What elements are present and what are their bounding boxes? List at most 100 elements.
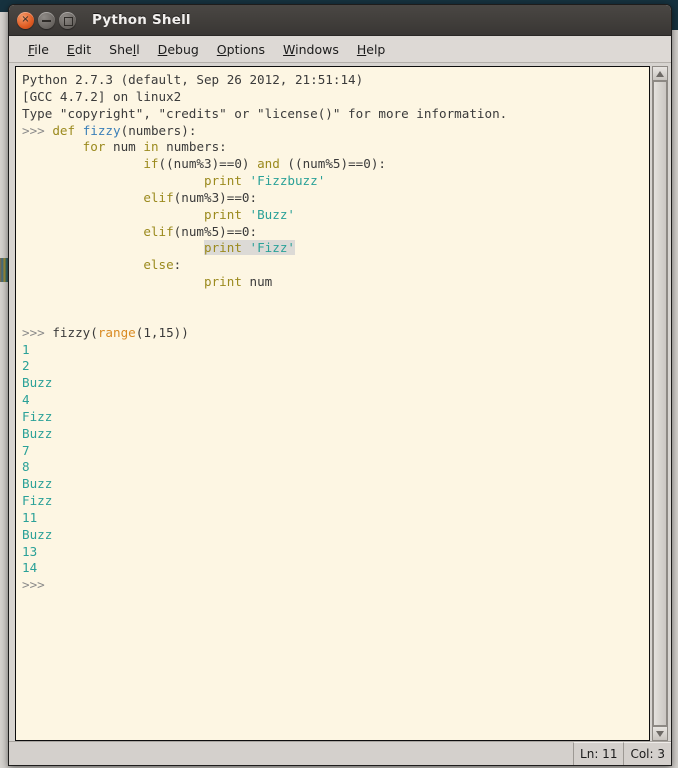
- shell-line: >>>: [22, 577, 649, 594]
- shell-line: Fizz: [22, 493, 649, 510]
- code-token-kw: elif: [143, 189, 174, 205]
- shell-line: print 'Fizzbuzz': [22, 173, 649, 190]
- code-token-prompt: >>>: [22, 577, 45, 593]
- shell-text-region: Python 2.7.3 (default, Sep 26 2012, 21:5…: [9, 63, 671, 741]
- statusbar-spacer: [9, 742, 573, 765]
- menu-item-edit[interactable]: Edit: [58, 40, 100, 59]
- shell-line: 14: [22, 560, 649, 577]
- code-token-kw: else: [143, 257, 174, 273]
- code-token-kw: and: [257, 156, 288, 172]
- maximize-icon: [64, 16, 73, 26]
- shell-line: Buzz: [22, 527, 649, 544]
- menu-item-options[interactable]: Options: [208, 40, 274, 59]
- close-button[interactable]: ×: [17, 11, 34, 29]
- shell-banner-line: Type "copyright", "credits" or "license(…: [22, 105, 508, 121]
- status-line-indicator: Ln: 11: [573, 742, 624, 765]
- menu-item-shell[interactable]: Shell: [100, 40, 149, 59]
- shell-line: else:: [22, 257, 649, 274]
- triangle-down-icon: [656, 730, 664, 737]
- window-titlebar: × Python Shell: [9, 5, 671, 36]
- code-token-kw: print: [203, 274, 250, 290]
- shell-line: 2: [22, 358, 649, 375]
- code-token-out: Buzz: [22, 526, 53, 542]
- shell-line: >>> def fizzy(numbers):: [22, 123, 649, 140]
- code-token-out: 1: [22, 341, 30, 357]
- code-token-out: 2: [22, 358, 30, 374]
- code-token-plain: num: [113, 139, 144, 155]
- code-token-out: Buzz: [22, 476, 53, 492]
- code-token-plain: (1,15)): [135, 324, 189, 340]
- code-token-plain: ((num%3)==0): [158, 156, 258, 172]
- code-token-out: 8: [22, 459, 30, 475]
- shell-line: for num in numbers:: [22, 139, 649, 156]
- triangle-up-icon: [656, 70, 664, 77]
- shell-line: [22, 308, 649, 325]
- code-token-str: 'Fizz': [249, 240, 295, 256]
- code-token-out: 11: [22, 509, 38, 525]
- menubar: File Edit Shell Debug Options Windows Help: [9, 36, 671, 63]
- code-token-kw: print: [203, 206, 250, 222]
- scrollbar-up-button[interactable]: [652, 66, 668, 81]
- code-token-kw: elif: [143, 223, 174, 239]
- code-token-out: Buzz: [22, 375, 53, 391]
- menu-item-windows[interactable]: Windows: [274, 40, 348, 59]
- menu-item-debug[interactable]: Debug: [149, 40, 208, 59]
- shell-line: 4: [22, 392, 649, 409]
- code-token-plain: (num%3)==0:: [173, 189, 258, 205]
- menu-item-file[interactable]: File: [19, 40, 58, 59]
- shell-line: elif(num%3)==0:: [22, 190, 649, 207]
- code-token-kw: for: [82, 139, 114, 155]
- shell-line: Buzz: [22, 476, 649, 493]
- shell-line: print 'Buzz': [22, 207, 649, 224]
- code-token-plain: numbers:: [166, 139, 227, 155]
- shell-line: print num: [22, 274, 649, 291]
- shell-line: 1: [22, 342, 649, 359]
- code-token-out: Fizz: [22, 408, 53, 424]
- shell-text-frame[interactable]: Python 2.7.3 (default, Sep 26 2012, 21:5…: [15, 66, 650, 741]
- code-token-str: 'Fizzbuzz': [249, 173, 326, 189]
- scrollbar-thumb[interactable]: [653, 81, 667, 726]
- vertical-scrollbar[interactable]: [651, 66, 668, 741]
- code-token-plain: ((num%5)==0):: [287, 156, 386, 172]
- shell-line: 7: [22, 443, 649, 460]
- minimize-button[interactable]: [38, 11, 55, 29]
- code-token-out: 14: [22, 560, 38, 576]
- python-shell-window: × Python Shell File Edit Shell Debug Options…: [8, 4, 672, 766]
- menu-item-help[interactable]: Help: [348, 40, 395, 59]
- statusbar: Ln: 11 Col: 3: [9, 741, 671, 765]
- code-token-out: Fizz: [22, 493, 53, 509]
- shell-line: print 'Fizz': [22, 240, 649, 257]
- shell-banner-line: [GCC 4.7.2] on linux2: [22, 88, 182, 104]
- shell-banner-line: Python 2.7.3 (default, Sep 26 2012, 21:5…: [22, 72, 364, 87]
- maximize-button[interactable]: [59, 11, 76, 29]
- shell-line: 11: [22, 510, 649, 527]
- code-token-plain: num: [249, 274, 273, 290]
- code-token-plain: :: [173, 257, 182, 273]
- shell-line: 13: [22, 544, 649, 561]
- code-token-kw: in: [143, 139, 167, 155]
- shell-line: Buzz: [22, 375, 649, 392]
- code-token-builtin: range: [97, 324, 136, 340]
- shell-line: >>> fizzy(range(1,15)): [22, 325, 649, 342]
- scrollbar-track[interactable]: [652, 81, 668, 726]
- shell-line: if((num%3)==0) and ((num%5)==0):: [22, 156, 649, 173]
- code-token-out: 7: [22, 442, 30, 458]
- code-token-plain: fizzy(: [52, 324, 98, 340]
- scrollbar-down-button[interactable]: [652, 726, 668, 741]
- code-token-out: 13: [22, 543, 38, 559]
- code-token-kw: print: [203, 240, 250, 256]
- shell-line: [22, 291, 649, 308]
- code-token-def: fizzy: [82, 122, 121, 138]
- shell-output-text[interactable]: Python 2.7.3 (default, Sep 26 2012, 21:5…: [16, 67, 649, 594]
- shell-line: Buzz: [22, 426, 649, 443]
- shell-line: 8: [22, 459, 649, 476]
